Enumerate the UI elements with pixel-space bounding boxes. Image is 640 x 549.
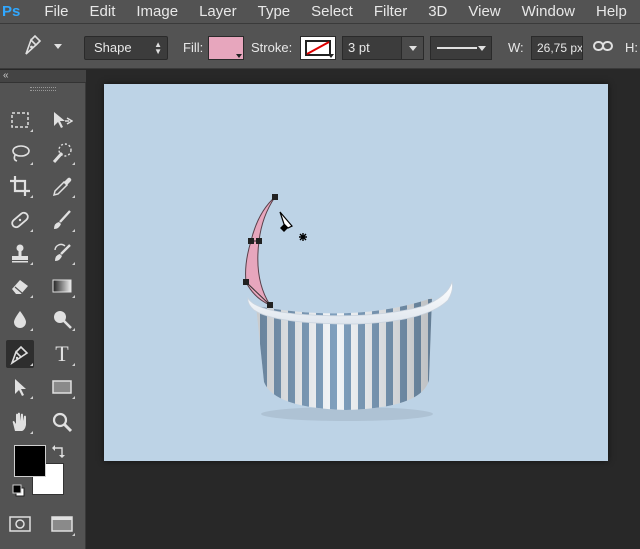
toolbox-header: «	[0, 70, 86, 83]
healing-brush-tool[interactable]	[6, 206, 34, 234]
menu-image[interactable]: Image	[136, 3, 178, 20]
tool-preset-picker[interactable]	[22, 32, 72, 60]
stroke-width-value: 3 pt	[348, 40, 370, 55]
artwork	[243, 194, 453, 421]
hand-tool[interactable]	[6, 408, 34, 436]
options-bar: Shape ▲ ▼ Fill: Stroke: 3 pt W: 26,75 px …	[0, 23, 640, 69]
move-icon	[54, 112, 73, 128]
clone-stamp-tool[interactable]	[6, 239, 34, 267]
type-icon: T	[55, 341, 69, 366]
document-canvas[interactable]	[104, 84, 608, 461]
default-colors-icon[interactable]	[12, 484, 26, 503]
menu-type[interactable]: Type	[258, 3, 291, 20]
blur-tool[interactable]	[6, 305, 34, 333]
eraser-tool[interactable]	[6, 272, 34, 300]
marquee-icon	[11, 112, 29, 128]
toolbox-grip[interactable]	[30, 87, 56, 91]
stamp-icon	[12, 244, 28, 263]
link-icon[interactable]	[593, 38, 613, 59]
eyedropper-icon	[52, 177, 72, 197]
lasso-icon	[12, 145, 30, 162]
crop-tool[interactable]	[6, 172, 34, 200]
brush-tool[interactable]	[48, 206, 76, 234]
stroke-width-field[interactable]: 3 pt	[342, 36, 424, 60]
height-label: H:	[625, 40, 638, 55]
tool-mode-value: Shape	[94, 40, 132, 55]
pen-tool-icon	[25, 34, 42, 55]
path-selection-tool[interactable]	[6, 373, 34, 401]
history-brush-icon	[54, 243, 71, 261]
stroke-color-swatch[interactable]	[300, 36, 336, 60]
rectangle-tool[interactable]	[48, 373, 76, 401]
pen-path-shape	[245, 196, 276, 307]
screen-mode-icon	[51, 516, 73, 532]
pen-icon	[10, 345, 29, 365]
dodge-tool[interactable]	[48, 305, 76, 333]
menu-3d[interactable]: 3D	[428, 3, 447, 20]
chevron-down-icon	[328, 54, 334, 58]
foreground-color-swatch[interactable]	[14, 445, 46, 477]
solid-line-icon	[437, 47, 477, 49]
quick-selection-icon	[52, 143, 72, 163]
chevron-down-icon[interactable]	[401, 37, 423, 59]
stroke-type-select[interactable]	[430, 36, 492, 60]
menu-select[interactable]: Select	[311, 3, 353, 20]
cup-body	[256, 298, 432, 410]
menu-bar: Ps File Edit Image Layer Type Select Fil…	[0, 0, 640, 23]
hand-icon	[12, 412, 26, 431]
move-tool[interactable]	[48, 106, 76, 134]
zoom-icon	[52, 412, 73, 433]
screen-mode-tool[interactable]	[48, 510, 76, 538]
pen-tool[interactable]	[6, 340, 34, 368]
gradient-icon	[52, 279, 72, 293]
chevron-down-icon	[478, 46, 486, 51]
menu-file[interactable]: File	[44, 3, 68, 20]
quick-selection-tool[interactable]	[48, 139, 76, 167]
eraser-icon	[12, 280, 28, 294]
bandage-icon	[11, 211, 29, 229]
menu-edit[interactable]: Edit	[90, 3, 116, 20]
dodge-icon	[54, 311, 72, 329]
width-label: W:	[508, 40, 524, 55]
pen-cursor-icon	[279, 211, 307, 241]
history-brush-tool[interactable]	[48, 239, 76, 267]
workspace	[87, 70, 640, 549]
swap-colors-icon[interactable]	[52, 444, 66, 463]
stroke-label: Stroke:	[251, 40, 293, 55]
gradient-tool[interactable]	[48, 272, 76, 300]
menu-help[interactable]: Help	[596, 3, 627, 20]
rectangle-icon	[52, 380, 72, 394]
drop-icon	[14, 311, 26, 328]
toolbox: « T	[0, 70, 86, 549]
type-tool[interactable]: T	[48, 340, 76, 368]
quick-mask-icon	[9, 516, 31, 532]
collapse-icon[interactable]: «	[3, 70, 9, 82]
menu-layer[interactable]: Layer	[199, 3, 237, 20]
photoshop-logo: Ps	[2, 3, 21, 20]
arrow-icon	[15, 379, 26, 396]
chevron-down-icon	[236, 54, 242, 58]
menu-window[interactable]: Window	[522, 3, 575, 20]
updown-arrows-icon: ▲ ▼	[154, 40, 162, 56]
menu-view[interactable]: View	[468, 3, 500, 20]
brush-icon	[54, 210, 71, 229]
tool-mode-select[interactable]: Shape ▲ ▼	[84, 36, 168, 60]
marquee-tool[interactable]	[6, 106, 34, 134]
menu-filter[interactable]: Filter	[374, 3, 407, 20]
fill-label: Fill:	[183, 40, 204, 55]
lasso-tool[interactable]	[6, 139, 34, 167]
fill-color-swatch[interactable]	[208, 36, 244, 60]
width-field[interactable]: 26,75 px	[531, 36, 583, 60]
zoom-tool[interactable]	[48, 408, 76, 436]
chevron-down-icon	[54, 43, 62, 49]
quick-mask-tool[interactable]	[6, 510, 34, 538]
eyedropper-tool[interactable]	[48, 172, 76, 200]
crop-icon	[10, 176, 30, 196]
